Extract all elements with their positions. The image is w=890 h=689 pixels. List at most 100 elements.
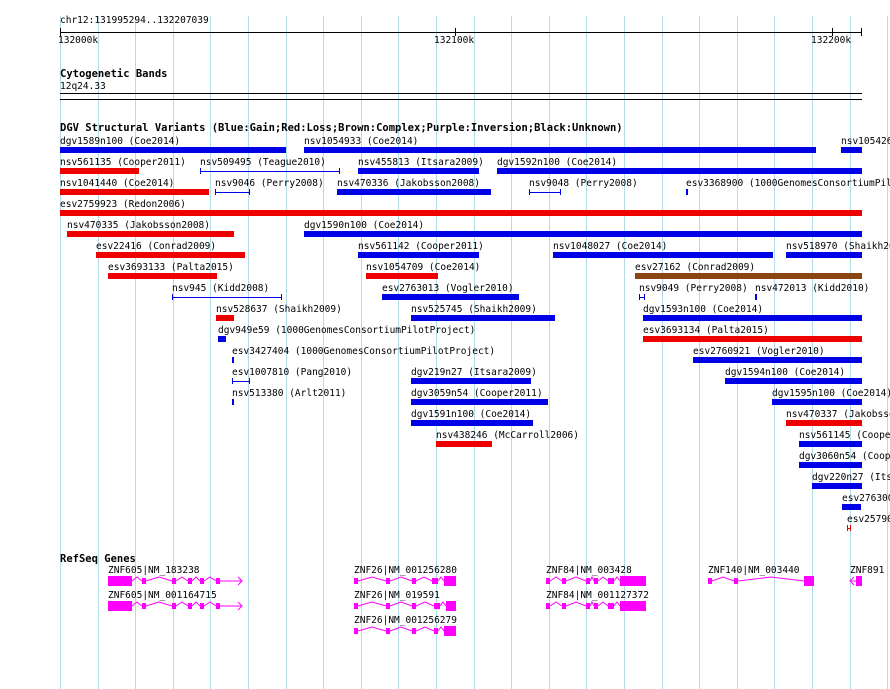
exon-block[interactable]: [856, 576, 862, 586]
exon-block[interactable]: [562, 603, 566, 609]
exon-block[interactable]: [586, 603, 590, 609]
sv-bar[interactable]: [411, 420, 533, 426]
exon-block[interactable]: [546, 603, 550, 609]
sv-bar[interactable]: [842, 504, 861, 510]
refseq-track-title: RefSeq Genes: [60, 553, 136, 565]
sv-bar[interactable]: [799, 462, 862, 468]
sv-bar[interactable]: [216, 315, 234, 321]
sv-bar[interactable]: [218, 336, 226, 342]
sv-bar[interactable]: [366, 273, 438, 279]
sv-bar[interactable]: [304, 147, 816, 153]
sv-line-cap: [529, 189, 530, 195]
sv-label: nsv470337 (Jakobsson2008): [786, 409, 890, 420]
intron-line: [549, 601, 563, 607]
sv-bar[interactable]: [686, 189, 688, 195]
sv-bar[interactable]: [337, 189, 491, 195]
sv-line-cap: [339, 168, 340, 174]
sv-label: nsv561145 (Cooper2011): [799, 430, 890, 441]
sv-line[interactable]: [215, 192, 250, 193]
sv-line[interactable]: [172, 297, 282, 298]
sv-bar[interactable]: [60, 168, 139, 174]
sv-bar[interactable]: [812, 483, 862, 489]
sv-label: nsv9048 (Perry2008): [529, 178, 638, 189]
intron-line: [357, 626, 387, 632]
sv-line-cap: [249, 378, 250, 384]
sv-bar[interactable]: [786, 420, 862, 426]
sv-label: esv2763013 (Vogler2010): [382, 283, 514, 294]
sv-label: nsv438246 (McCarroll2006): [436, 430, 579, 441]
cytoband-border-bottom: [60, 99, 862, 100]
sv-label: nsv1054709 (Coe2014): [366, 262, 481, 273]
sv-label: esv3427404 (1000GenomesConsortiumPilotPr…: [232, 346, 496, 357]
sv-bar[interactable]: [693, 357, 862, 363]
sv-bar[interactable]: [60, 210, 862, 216]
sv-bar[interactable]: [411, 378, 531, 384]
sv-bar[interactable]: [497, 168, 862, 174]
ruler-tick-label: 132100k: [434, 35, 475, 46]
sv-bar[interactable]: [643, 336, 862, 342]
intron-line: [415, 626, 435, 632]
exon-block[interactable]: [434, 628, 438, 634]
sv-bar[interactable]: [841, 147, 862, 153]
sv-line-cap: [644, 294, 645, 300]
sv-label: esv2579009 (Matsuzaki2009): [847, 514, 890, 525]
sv-label: nsv470336 (Jakobsson2008): [337, 178, 480, 189]
sv-bar[interactable]: [67, 231, 234, 237]
sv-label: esv3693133 (Palta2015): [108, 262, 234, 273]
sv-bar[interactable]: [553, 252, 773, 258]
sv-label: nsv9046 (Perry2008): [215, 178, 324, 189]
sv-bar[interactable]: [358, 252, 479, 258]
sv-line-cap: [639, 294, 640, 300]
sv-line-cap: [249, 189, 250, 195]
sv-label: esv3368900 (1000GenomesConsortiumPilotPr…: [686, 178, 890, 189]
sv-bar[interactable]: [725, 378, 862, 384]
sv-label: nsv455813 (Itsara2009): [358, 157, 484, 168]
sv-label: dgv220n27 (Itsara2009): [812, 472, 890, 483]
sv-line[interactable]: [200, 171, 340, 172]
sv-bar[interactable]: [60, 189, 209, 195]
ruler-line: [60, 32, 862, 33]
sv-label: esv27162 (Conrad2009): [635, 262, 756, 273]
sv-bar[interactable]: [411, 399, 548, 405]
sv-bar[interactable]: [755, 294, 757, 300]
sv-line-cap: [233, 399, 234, 405]
sv-bar[interactable]: [786, 252, 862, 258]
sv-label: nsv470335 (Jakobsson2008): [67, 220, 210, 231]
sv-label: esv2760921 (Vogler2010): [693, 346, 825, 357]
sv-bar[interactable]: [643, 315, 862, 321]
exon-block[interactable]: [444, 626, 456, 636]
sv-label: dgv1589n100 (Coe2014): [60, 136, 181, 147]
sv-label: esv3693134 (Palta2015): [643, 325, 769, 336]
sv-bar[interactable]: [411, 315, 555, 321]
exon-block[interactable]: [386, 628, 390, 634]
sv-bar[interactable]: [108, 273, 217, 279]
sv-bar[interactable]: [436, 441, 492, 447]
exon-block[interactable]: [608, 603, 614, 609]
sv-bar[interactable]: [799, 441, 862, 447]
sv-bar[interactable]: [382, 294, 519, 300]
sv-label: nsv513380 (Arlt2011): [232, 388, 347, 399]
sv-label: nsv518970 (Shaikh2009): [786, 241, 890, 252]
sv-line-cap: [232, 378, 233, 384]
sv-bar[interactable]: [304, 231, 862, 237]
sv-bar[interactable]: [358, 168, 479, 174]
sv-label: dgv1593n100 (Coe2014): [643, 304, 764, 315]
sv-line[interactable]: [232, 381, 250, 382]
sv-label: nsv472013 (Kidd2010): [755, 283, 870, 294]
exon-block[interactable]: [412, 628, 416, 634]
sv-line-cap: [215, 189, 216, 195]
exon-block[interactable]: [620, 601, 646, 611]
sv-bar[interactable]: [96, 252, 245, 258]
sv-bar[interactable]: [232, 357, 234, 363]
sv-bar[interactable]: [60, 147, 286, 153]
exon-block[interactable]: [354, 628, 358, 634]
sv-bar[interactable]: [635, 273, 862, 279]
sv-bar[interactable]: [772, 399, 862, 405]
gene-introns: [849, 576, 856, 586]
sv-label: nsv509495 (Teague2010): [200, 157, 326, 168]
sv-label: nsv561135 (Cooper2011): [60, 157, 186, 168]
sv-label: esv2763002 (Vogler2010): [842, 493, 890, 504]
exon-block[interactable]: [594, 603, 598, 609]
sv-line[interactable]: [529, 192, 561, 193]
sv-label: nsv945 (Kidd2008): [172, 283, 270, 294]
